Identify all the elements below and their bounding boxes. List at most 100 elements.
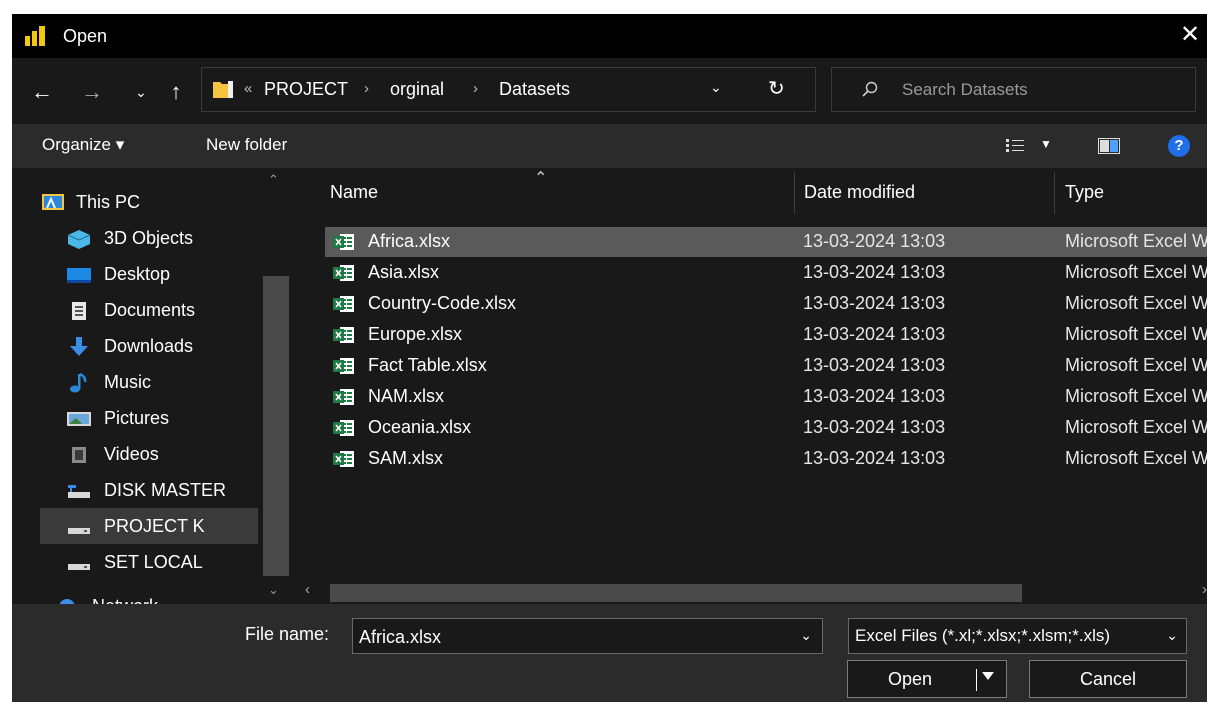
breadcrumb-datasets[interactable]: Datasets xyxy=(499,79,570,100)
file-type-dropdown-chevron-icon[interactable]: ⌄ xyxy=(1166,627,1178,644)
recent-locations-chevron-icon[interactable]: ⌄ xyxy=(127,78,155,106)
scroll-right-icon[interactable]: › xyxy=(1202,581,1207,598)
sidebar-item-downloads[interactable]: Downloads xyxy=(66,328,286,364)
file-name: Fact Table.xlsx xyxy=(368,355,487,375)
new-folder-button[interactable]: New folder xyxy=(206,135,287,155)
file-type: Microsoft Excel Worksheet xyxy=(1065,386,1207,406)
file-name: Asia.xlsx xyxy=(368,262,440,282)
horizontal-scroll-thumb[interactable] xyxy=(330,584,1022,602)
excel-file-icon xyxy=(333,265,354,281)
search-icon xyxy=(862,81,878,97)
navigation-pane: This PC 3D Objects Desktop Documents Dow… xyxy=(12,168,292,604)
column-header-date-modified[interactable]: Date modified xyxy=(804,168,1044,218)
address-dropdown-chevron-icon[interactable]: ⌄ xyxy=(710,79,722,96)
scroll-left-icon[interactable]: ‹ xyxy=(305,581,310,598)
breadcrumb-orginal[interactable]: orginal xyxy=(390,79,444,100)
file-type: Microsoft Excel Worksheet xyxy=(1065,293,1207,313)
file-name-input[interactable] xyxy=(359,625,779,649)
file-name: Country-Code.xlsx xyxy=(368,293,517,313)
preview-pane-icon[interactable] xyxy=(1098,138,1120,154)
navigation-bar: ← → ⌄ ↑ « PROJECT › orginal › Datasets ⌄… xyxy=(12,58,1207,124)
column-divider[interactable] xyxy=(794,172,795,214)
sort-ascending-icon: ⌃ xyxy=(534,170,548,187)
file-type-value: Excel Files (*.xl;*.xlsx;*.xlsm;*.xls) xyxy=(855,626,1111,645)
file-row[interactable]: SAM.xlsx 13-03-2024 13:03 Microsoft Excel … xyxy=(325,444,1207,474)
downloads-icon xyxy=(70,337,88,356)
open-button[interactable]: Open xyxy=(847,660,1007,698)
breadcrumb-separator[interactable]: › xyxy=(364,80,369,97)
cancel-button[interactable]: Cancel xyxy=(1029,660,1187,698)
sidebar-item-this-pc[interactable]: This PC xyxy=(40,184,260,220)
file-name: Africa.xlsx xyxy=(368,231,451,251)
sidebar-item-3d-objects[interactable]: 3D Objects xyxy=(66,220,286,256)
scroll-up-icon[interactable]: ⌃ xyxy=(268,172,279,188)
column-divider[interactable] xyxy=(1054,172,1055,214)
file-type: Microsoft Excel Worksheet xyxy=(1065,231,1207,251)
pictures-icon xyxy=(67,412,91,426)
breadcrumb-separator[interactable]: › xyxy=(473,80,478,97)
sidebar-item-disk-master[interactable]: DISK MASTER xyxy=(66,472,286,508)
file-type: Microsoft Excel Worksheet xyxy=(1065,324,1207,344)
desktop-icon xyxy=(67,268,91,283)
file-row[interactable]: Europe.xlsx 13-03-2024 13:03 Microsoft Exc… xyxy=(325,320,1207,350)
file-type-select[interactable]: Excel Files (*.xl;*.xlsx;*.xlsm;*.xls) ⌄ xyxy=(848,618,1187,654)
pc-icon xyxy=(42,194,64,210)
file-row[interactable]: Oceania.xlsx 13-03-2024 13:03 Microsoft Ex… xyxy=(325,413,1207,443)
file-name-combobox[interactable]: ⌄ xyxy=(352,618,823,654)
sidebar-item-videos[interactable]: Videos xyxy=(66,436,286,472)
column-header-type[interactable]: Type xyxy=(1065,168,1205,218)
scroll-down-icon[interactable]: ⌄ xyxy=(268,582,279,598)
search-input[interactable] xyxy=(902,78,1182,102)
excel-file-icon xyxy=(333,358,354,374)
forward-arrow-icon[interactable]: → xyxy=(78,78,106,106)
back-arrow-icon[interactable]: ← xyxy=(28,78,56,106)
videos-icon xyxy=(72,447,86,463)
open-options-dropdown-icon[interactable] xyxy=(982,672,994,680)
organize-button[interactable]: Organize ▾ xyxy=(42,135,124,155)
search-box[interactable] xyxy=(831,67,1196,112)
navigation-pane-scroll-thumb[interactable] xyxy=(263,276,289,576)
network-icon xyxy=(59,599,75,604)
drive-icon xyxy=(68,485,90,498)
file-list-horizontal-scrollbar[interactable]: ‹ › xyxy=(297,580,1207,604)
drive-icon xyxy=(68,528,90,534)
file-row[interactable]: Asia.xlsx 13-03-2024 13:03 Microsoft Excel… xyxy=(325,258,1207,288)
file-name-dropdown-chevron-icon[interactable]: ⌄ xyxy=(800,627,812,644)
up-arrow-icon[interactable]: ↑ xyxy=(162,78,190,106)
sidebar-item-pictures[interactable]: Pictures xyxy=(66,400,286,436)
sidebar-item-network[interactable]: Network xyxy=(54,588,274,604)
file-name-label: File name: xyxy=(245,624,330,644)
file-date-modified: 13-03-2024 13:03 xyxy=(803,386,946,406)
sidebar-item-project-k[interactable]: PROJECT K xyxy=(40,508,258,544)
file-type: Microsoft Excel Worksheet xyxy=(1065,448,1207,468)
music-icon xyxy=(70,373,87,393)
sidebar-item-set-local[interactable]: SET LOCAL xyxy=(66,544,286,580)
file-name: SAM.xlsx xyxy=(368,448,444,468)
drive-icon xyxy=(68,564,90,570)
excel-file-icon xyxy=(333,451,354,467)
change-view-icon[interactable] xyxy=(1006,138,1024,154)
file-date-modified: 13-03-2024 13:03 xyxy=(803,417,946,437)
file-row[interactable]: Country-Code.xlsx 13-03-2024 13:03 Microso… xyxy=(325,289,1207,319)
file-row[interactable]: NAM.xlsx 13-03-2024 13:03 Microsoft Excel … xyxy=(325,382,1207,412)
file-type: Microsoft Excel Worksheet xyxy=(1065,262,1207,282)
sidebar-item-music[interactable]: Music xyxy=(66,364,286,400)
3d-objects-icon xyxy=(67,230,91,249)
excel-file-icon xyxy=(333,296,354,312)
sidebar-item-desktop[interactable]: Desktop xyxy=(66,256,286,292)
sidebar-item-documents[interactable]: Documents xyxy=(66,292,286,328)
help-icon[interactable]: ? xyxy=(1168,135,1190,157)
breadcrumb-overflow[interactable]: « xyxy=(244,80,252,97)
file-row[interactable]: Africa.xlsx 13-03-2024 13:03 Microsoft Exc… xyxy=(325,227,1207,257)
file-row[interactable]: Fact Table.xlsx 13-03-2024 13:03 Microsoft… xyxy=(325,351,1207,381)
file-date-modified: 13-03-2024 13:03 xyxy=(803,448,946,468)
close-icon[interactable]: ✕ xyxy=(1175,20,1205,50)
address-bar[interactable]: « PROJECT › orginal › Datasets ⌄ ↻ xyxy=(201,67,816,112)
navigation-pane-scrollbar[interactable]: ⌃ ⌄ xyxy=(260,168,292,604)
excel-file-icon xyxy=(333,420,354,436)
file-list: Name ⌃ Date modified Type Africa.xlsx 13-… xyxy=(297,168,1207,604)
refresh-icon[interactable]: ↻ xyxy=(768,76,785,101)
breadcrumb-project[interactable]: PROJECT xyxy=(264,79,348,100)
column-header-name[interactable]: Name xyxy=(330,168,790,218)
view-options-dropdown-icon[interactable]: ▼ xyxy=(1040,137,1052,151)
